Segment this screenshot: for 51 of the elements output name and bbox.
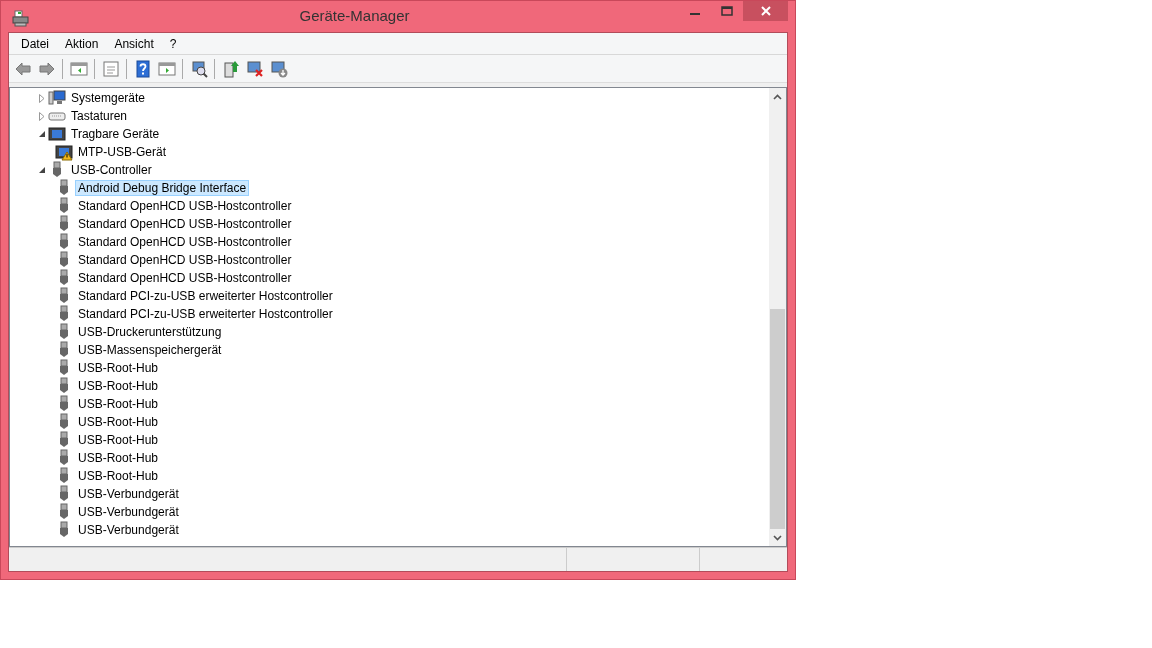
panel-icon[interactable] [69,59,88,78]
tree-item[interactable]: USB-Verbundgerät [75,522,182,538]
scroll-up-icon[interactable] [773,93,782,100]
tree-item[interactable]: USB-Verbundgerät [75,486,182,502]
menu-item[interactable]: Aktion [57,34,107,53]
media-player-icon [48,125,66,143]
tree-item[interactable]: USB-Root-Hub [75,396,162,412]
tree-item[interactable]: USB-Druckerunterstützung [75,324,225,340]
tree-item[interactable]: Tragbare Geräte [68,126,163,142]
monitor-magnifier-icon[interactable] [189,59,208,78]
tree-item[interactable]: Tastaturen [68,108,131,124]
close-button[interactable] [743,1,788,21]
maximize-icon[interactable] [721,6,733,16]
panel-icon[interactable] [157,59,176,78]
tree-item[interactable]: USB-Root-Hub [75,378,162,394]
tree-item[interactable]: USB-Root-Hub [75,450,162,466]
scroll-down-icon[interactable] [773,534,782,541]
tree-item[interactable]: Standard OpenHCD USB-Hostcontroller [75,234,295,250]
expanded-arrow-icon[interactable] [38,130,46,138]
printer-icon [12,9,30,28]
tree-item[interactable]: USB-Verbundgerät [75,504,182,520]
tree-item[interactable]: USB-Root-Hub [75,432,162,448]
tree-item[interactable]: Standard PCI-zu-USB erweiterter Hostcontroller [75,288,336,304]
tree-item[interactable]: Standard OpenHCD USB-Hostcontroller [75,270,295,286]
tree-item[interactable]: Standard OpenHCD USB-Hostcontroller [75,216,295,232]
tree-item[interactable]: Systemgeräte [68,90,149,106]
tree-item[interactable]: MTP-USB-Gerät [75,144,169,160]
tree-item[interactable]: USB-Root-Hub [75,468,162,484]
tree-item[interactable]: USB-Root-Hub [75,414,162,430]
scrollbar-thumb[interactable] [770,308,785,529]
collapsed-arrow-icon[interactable] [39,93,45,103]
tree-item[interactable]: Standard OpenHCD USB-Hostcontroller [75,198,295,214]
collapsed-arrow-icon[interactable] [39,111,45,121]
monitor-cross-icon[interactable] [245,59,264,78]
computer-icon [48,89,66,107]
tree-item[interactable]: USB-Root-Hub [75,360,162,376]
tree-item[interactable]: Standard PCI-zu-USB erweiterter Hostcontroller [75,306,336,322]
monitor-download-icon[interactable] [269,59,288,78]
tower-arrow-icon[interactable] [221,59,240,78]
tree-item[interactable]: Android Debug Bridge Interface [75,180,250,196]
menu-item[interactable]: ? [161,34,185,53]
window-title: Geräte-Manager [298,6,411,27]
menu-item[interactable]: Ansicht [106,34,162,53]
scrollbar[interactable] [769,88,786,546]
expanded-arrow-icon[interactable] [38,166,46,174]
close-icon[interactable] [760,6,771,16]
tree-item[interactable]: Standard OpenHCD USB-Hostcontroller [75,252,295,268]
tree-item[interactable]: USB-Controller [68,162,155,178]
help-icon[interactable] [133,59,152,78]
tree-item[interactable]: USB-Massenspeichergerät [75,342,225,358]
menu-item[interactable]: Datei [13,34,57,53]
